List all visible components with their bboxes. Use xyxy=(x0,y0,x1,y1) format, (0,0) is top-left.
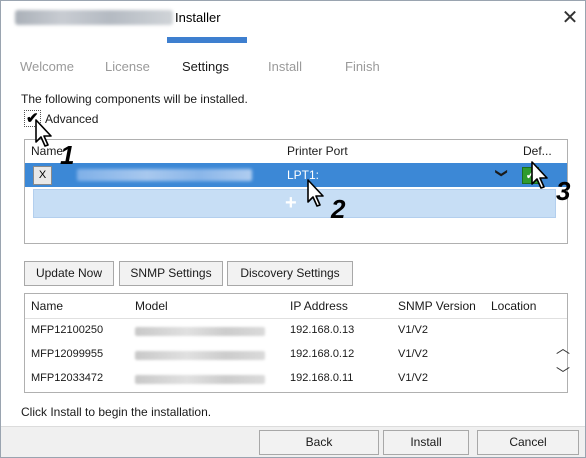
status-text: Click Install to begin the installation. xyxy=(21,405,212,419)
pointer-cursor-icon xyxy=(531,161,548,189)
pointer-cursor-icon xyxy=(35,119,52,147)
redacted-component-name xyxy=(77,169,252,181)
col-name[interactable]: Name xyxy=(31,299,63,313)
install-button[interactable]: Install xyxy=(383,430,469,455)
table-row[interactable]: MFP12099955 192.168.0.12 V1/V2 xyxy=(25,343,547,367)
callout-number-1: 1 xyxy=(60,140,75,170)
redacted-title-prefix xyxy=(15,10,173,25)
components-description: The following components will be install… xyxy=(21,92,248,106)
scroll-up-icon[interactable]: ︿ xyxy=(556,338,570,358)
scroll-down-icon[interactable]: ﹀ xyxy=(556,364,570,384)
device-ip: 192.168.0.11 xyxy=(290,372,354,384)
callout-number-2: 2 xyxy=(331,194,346,224)
installer-window: Installer ✕ Welcome License Settings Ins… xyxy=(0,0,586,458)
table-row[interactable]: MFP12100250 192.168.0.13 V1/V2 xyxy=(25,319,547,343)
step-finish: Finish xyxy=(345,59,380,74)
update-now-button[interactable]: Update Now xyxy=(24,261,114,286)
device-name: MFP12099955 xyxy=(31,348,104,360)
step-settings: Settings xyxy=(182,59,229,74)
device-snmp: V1/V2 xyxy=(398,372,428,384)
close-icon[interactable]: ✕ xyxy=(557,5,583,31)
callout-number-3: 3 xyxy=(556,176,571,206)
cancel-button[interactable]: Cancel xyxy=(477,430,579,455)
components-header: Name Printer Port Def... xyxy=(25,140,567,162)
step-welcome: Welcome xyxy=(20,59,74,74)
col-location[interactable]: Location xyxy=(491,299,536,313)
snmp-settings-button[interactable]: SNMP Settings xyxy=(119,261,223,286)
device-snmp: V1/V2 xyxy=(398,324,428,336)
component-row[interactable]: X LPT1: ❯ ✓ xyxy=(25,163,567,187)
redacted-model xyxy=(135,351,265,360)
footer-bar: Back Install Cancel xyxy=(1,426,585,457)
discovery-settings-button[interactable]: Discovery Settings xyxy=(227,261,353,286)
col-snmp-version[interactable]: SNMP Version xyxy=(398,299,476,313)
device-name: MFP12033472 xyxy=(31,372,104,384)
col-ip-address[interactable]: IP Address xyxy=(290,299,348,313)
remove-component-button[interactable]: X xyxy=(33,166,52,185)
add-component-row[interactable]: + xyxy=(33,189,556,218)
table-row[interactable]: MFP12033472 192.168.0.11 V1/V2 xyxy=(25,367,547,391)
redacted-model xyxy=(135,375,265,384)
pointer-cursor-icon xyxy=(307,179,324,207)
device-ip: 192.168.0.13 xyxy=(290,324,355,336)
title-bar: Installer ✕ xyxy=(1,1,585,37)
back-button[interactable]: Back xyxy=(259,430,379,455)
header-printer-port: Printer Port xyxy=(287,144,348,158)
window-title: Installer xyxy=(175,10,221,25)
device-table: Name Model IP Address SNMP Version Locat… xyxy=(24,293,570,393)
device-table-header: Name Model IP Address SNMP Version Locat… xyxy=(25,294,567,319)
step-license: License xyxy=(105,59,150,74)
chevron-down-icon[interactable]: ❯ xyxy=(495,168,509,178)
components-table: Name Printer Port Def... X LPT1: ❯ ✓ + xyxy=(24,139,568,244)
device-snmp: V1/V2 xyxy=(398,348,428,360)
step-progress-indicator xyxy=(167,37,247,43)
redacted-model xyxy=(135,327,265,336)
header-default: Def... xyxy=(523,144,552,158)
plus-icon: + xyxy=(285,192,297,214)
col-model[interactable]: Model xyxy=(135,299,168,313)
device-name: MFP12100250 xyxy=(31,324,104,336)
device-ip: 192.168.0.12 xyxy=(290,348,355,360)
step-install: Install xyxy=(268,59,302,74)
